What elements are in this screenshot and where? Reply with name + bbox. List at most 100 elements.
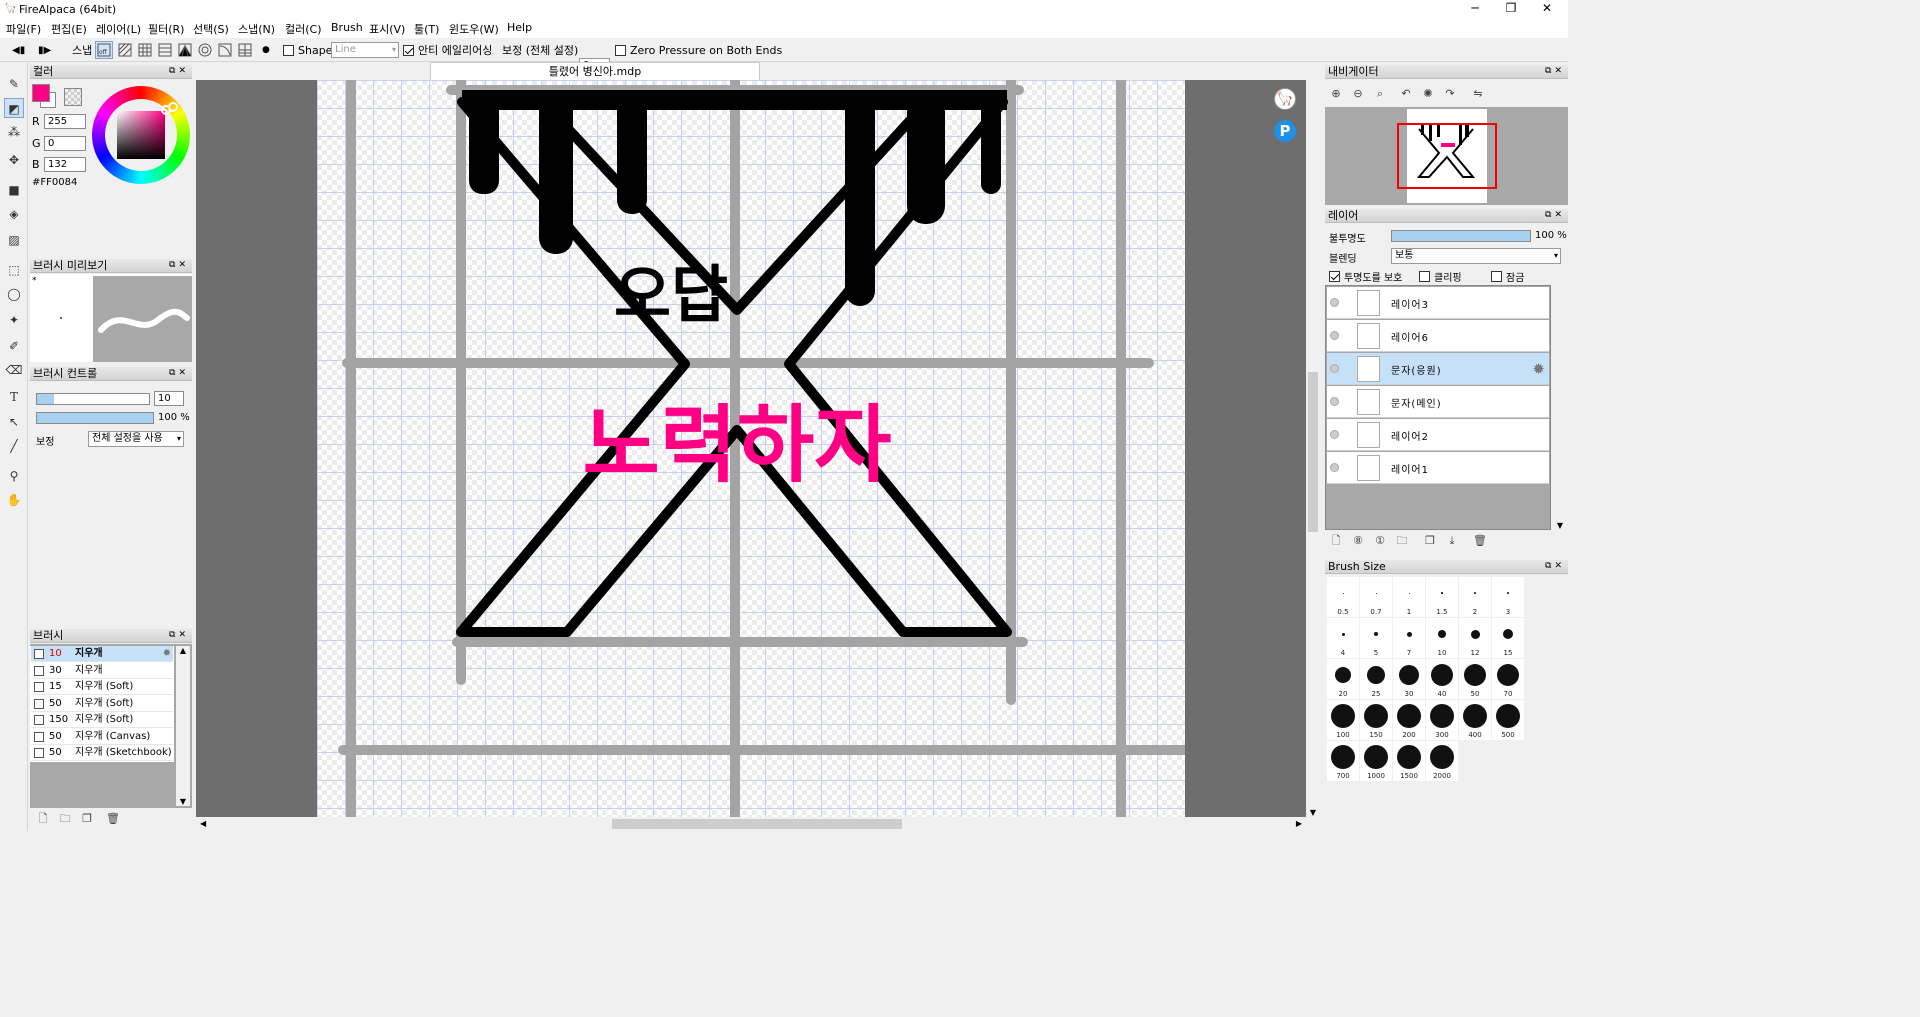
- canvas-vertical-scrollbar[interactable]: ▼: [1306, 80, 1320, 817]
- scroll-down-icon[interactable]: ▼: [1553, 521, 1567, 530]
- gear-icon[interactable]: ✹: [1532, 360, 1545, 378]
- layer-row[interactable]: 레이어6: [1327, 320, 1549, 352]
- brush-size-cell[interactable]: 50: [1459, 659, 1491, 699]
- zero-pressure-checkbox[interactable]: Zero Pressure on Both Ends: [615, 42, 782, 58]
- brush-size-cell[interactable]: 1000: [1360, 741, 1392, 781]
- zoom-in-icon[interactable]: ⊕: [1329, 87, 1343, 101]
- hue-wheel[interactable]: [92, 86, 190, 184]
- brush-size-cell[interactable]: 40: [1426, 659, 1458, 699]
- merge-down-icon[interactable]: ⤓: [1445, 534, 1459, 548]
- blend-select[interactable]: 보통 ▾: [1391, 248, 1561, 264]
- menu-window[interactable]: 윈도우(W): [449, 21, 499, 37]
- brush-check-icon[interactable]: [34, 731, 44, 742]
- brush-size-cell[interactable]: 7: [1393, 618, 1425, 658]
- duplicate-icon[interactable]: ❐: [80, 812, 94, 826]
- select-pen-icon[interactable]: ✐: [4, 336, 24, 356]
- brush-check-icon[interactable]: [34, 748, 44, 758]
- r-input[interactable]: 255: [44, 114, 86, 129]
- scroll-down-icon[interactable]: ▼: [1306, 808, 1320, 817]
- zoom-out-icon[interactable]: ⊖: [1351, 87, 1365, 101]
- visibility-icon[interactable]: [1330, 430, 1339, 439]
- snap-parallel-icon[interactable]: [116, 41, 134, 59]
- brush-check-icon[interactable]: [34, 649, 44, 659]
- canvas-viewport[interactable]: 오답 노력하자 🦙 P: [196, 80, 1306, 817]
- menu-color[interactable]: 컬러(C): [285, 21, 322, 37]
- new-8bit-layer-icon[interactable]: ⑧: [1351, 534, 1365, 548]
- rotate-reset-icon[interactable]: ✺: [1421, 87, 1435, 101]
- brush-size-cell[interactable]: 0.7: [1360, 577, 1392, 617]
- brush-list-item[interactable]: 50 지우개 (Canvas): [31, 728, 173, 745]
- visibility-icon[interactable]: [1330, 298, 1339, 307]
- panel-buttons-icon[interactable]: ⧉✕: [1545, 65, 1565, 78]
- panel-buttons-icon[interactable]: ⧉✕: [169, 367, 189, 380]
- operation-tool-icon[interactable]: ↖: [4, 412, 24, 432]
- brush-size-cell[interactable]: 150: [1360, 700, 1392, 740]
- lock-checkbox[interactable]: 잠금: [1491, 269, 1524, 284]
- folder-icon[interactable]: 🗀: [58, 812, 72, 826]
- panel-buttons-icon[interactable]: ⧉✕: [169, 629, 189, 642]
- canvas-document[interactable]: 오답 노력하자: [317, 80, 1185, 817]
- brush-size-cell[interactable]: 300: [1426, 700, 1458, 740]
- protect-alpha-checkbox[interactable]: 투명도를 보호: [1329, 269, 1402, 284]
- brush-size-cell[interactable]: 0.5: [1327, 577, 1359, 617]
- alpaca-icon[interactable]: 🦙: [1274, 88, 1296, 110]
- next-icon[interactable]: ▮▶: [38, 42, 51, 58]
- layer-row[interactable]: 레이어2: [1327, 419, 1549, 451]
- brush-list-item[interactable]: 150 지우개 (Soft): [31, 712, 173, 728]
- pen-tool-icon[interactable]: ✎: [4, 74, 24, 94]
- new-brush-icon[interactable]: 🗋: [36, 812, 50, 826]
- snap-curve-icon[interactable]: [216, 41, 234, 59]
- brush-list-item[interactable]: 50 지우개 (Sketchbook): [31, 745, 173, 761]
- snap-settings-icon[interactable]: ●: [262, 42, 270, 58]
- document-tab[interactable]: 틀렸어 병신아.mdp: [430, 62, 760, 80]
- brush-size-input[interactable]: 10: [154, 391, 184, 406]
- shape-checkbox[interactable]: Shape: [283, 42, 332, 58]
- menu-file[interactable]: 파일(F): [6, 21, 41, 37]
- g-input[interactable]: 0: [44, 136, 86, 151]
- brush-size-cell[interactable]: 1500: [1393, 741, 1425, 781]
- layer-opacity-slider[interactable]: [1391, 230, 1531, 242]
- layer-row[interactable]: 문자(응원) ✹: [1327, 353, 1549, 385]
- panel-buttons-icon[interactable]: ⧉✕: [1545, 209, 1565, 222]
- select-eraser-icon[interactable]: ⌫: [4, 360, 24, 380]
- transparent-swatch[interactable]: [64, 88, 82, 106]
- select-tool-icon[interactable]: ⬚: [4, 260, 24, 280]
- brush-size-slider[interactable]: [36, 393, 150, 405]
- eraser-tool-icon[interactable]: ◩: [4, 98, 24, 118]
- brush-list-item[interactable]: 30 지우개: [31, 662, 173, 679]
- lasso-tool-icon[interactable]: ◯: [4, 284, 24, 304]
- brush-size-cell[interactable]: 25: [1360, 659, 1392, 699]
- menu-help[interactable]: Help: [507, 21, 532, 34]
- navigator-preview[interactable]: [1325, 107, 1568, 205]
- color-marker[interactable]: [161, 105, 171, 115]
- layer-list-scrollbar[interactable]: ▼: [1553, 285, 1567, 530]
- delete-layer-icon[interactable]: 🗑: [1473, 534, 1487, 548]
- brush-list-scrollbar[interactable]: ▲ ▼: [176, 646, 190, 806]
- brush-correction-select[interactable]: 전체 설정을 사용 ▾: [88, 431, 184, 447]
- brush-size-cell[interactable]: 30: [1393, 659, 1425, 699]
- brush-size-cell[interactable]: 15: [1492, 618, 1524, 658]
- snap-3d-icon[interactable]: [236, 41, 254, 59]
- brush-size-cell[interactable]: 1: [1393, 577, 1425, 617]
- layer-row[interactable]: 레이어1: [1327, 452, 1549, 484]
- prev-icon[interactable]: ◀▮: [12, 42, 25, 58]
- text-tool-icon[interactable]: T: [4, 387, 24, 407]
- visibility-icon[interactable]: [1330, 397, 1339, 406]
- menu-layer[interactable]: 레이어(L): [96, 21, 141, 37]
- gradient-tool-icon[interactable]: ▨: [4, 230, 24, 250]
- brush-opacity-slider[interactable]: [36, 412, 154, 424]
- visibility-icon[interactable]: [1330, 364, 1339, 373]
- panel-buttons-icon[interactable]: ⧉✕: [1545, 560, 1565, 573]
- brush-size-cell[interactable]: 200: [1393, 700, 1425, 740]
- brush-check-icon[interactable]: [34, 715, 44, 725]
- snap-grid-icon[interactable]: [136, 41, 154, 59]
- menu-snap[interactable]: 스냅(N): [238, 21, 275, 37]
- brush-size-cell[interactable]: 1.5: [1426, 577, 1458, 617]
- brush-size-cell[interactable]: 400: [1459, 700, 1491, 740]
- layer-folder-icon[interactable]: 🗀: [1395, 534, 1409, 548]
- brush-size-cell[interactable]: 3: [1492, 577, 1524, 617]
- dot-tool-icon[interactable]: ⁂: [4, 122, 24, 142]
- snap-perspective-icon[interactable]: [176, 41, 194, 59]
- brush-size-cell[interactable]: 2: [1459, 577, 1491, 617]
- fill-rect-tool-icon[interactable]: ■: [4, 180, 24, 200]
